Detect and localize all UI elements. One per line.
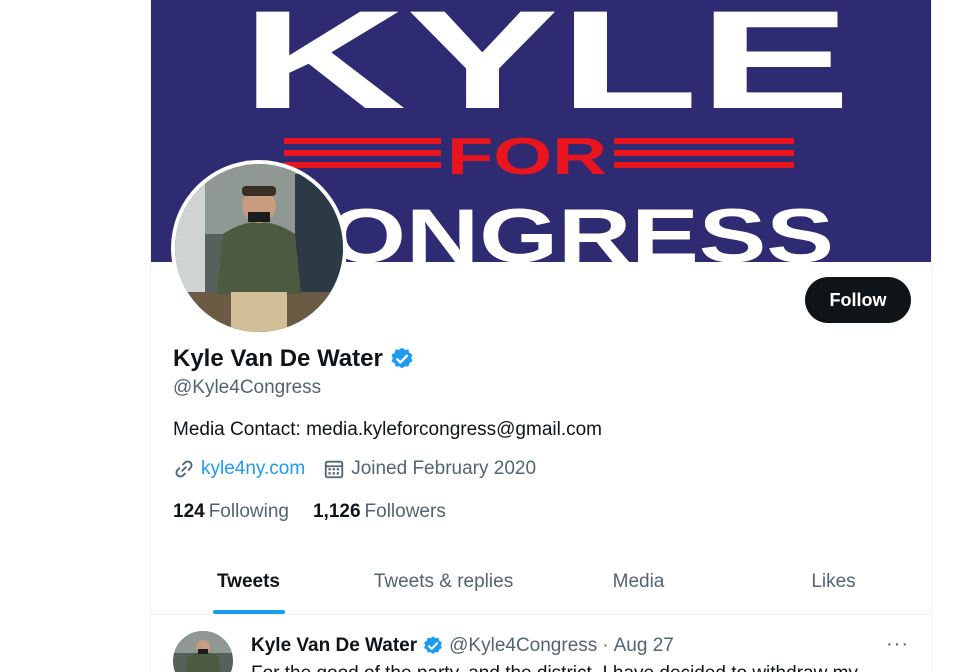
following-link[interactable]: 124 Following [173, 501, 289, 523]
website-link[interactable]: kyle4ny.com [201, 458, 305, 480]
profile-handle: @Kyle4Congress [173, 377, 322, 398]
more-horizontal-icon[interactable]: ··· [886, 633, 909, 656]
banner-line-kyle: KYLE [241, 0, 851, 138]
followers-count: 1,126 [312, 501, 361, 522]
profile-tabs: Tweets Tweets & replies Media Likes [151, 550, 931, 615]
tab-tweets-replies[interactable]: Tweets & replies [346, 550, 541, 614]
website-item: kyle4ny.com [173, 458, 305, 480]
followers-link[interactable]: 1,126 Followers [313, 501, 446, 523]
tweet-separator: · [602, 635, 609, 656]
verified-badge-icon[interactable] [389, 346, 415, 372]
verified-badge-icon [424, 636, 443, 654]
avatar-photo [175, 164, 343, 332]
tweet-text: For the good of the party, and the distr… [251, 663, 858, 672]
profile-bio: Media Contact: media.kyleforcongress@gma… [173, 419, 603, 440]
joined-item: Joined February 2020 [323, 458, 536, 480]
tab-likes[interactable]: Likes [736, 550, 931, 614]
profile-meta: kyle4ny.com Joined February 2020 [173, 458, 554, 480]
tab-tweets[interactable]: Tweets [151, 550, 346, 614]
following-label: Following [208, 501, 289, 522]
link-icon [175, 460, 193, 478]
tweet-date[interactable]: Aug 27 [614, 635, 674, 657]
tweet-author-handle[interactable]: @Kyle4Congress [449, 635, 597, 657]
tweet-avatar[interactable] [173, 631, 233, 672]
display-name-row: Kyle Van De Water [173, 345, 415, 373]
follow-button[interactable]: Follow [805, 277, 911, 323]
tweet-header: Kyle Van De Water @Kyle4Congress · Aug 2… [251, 635, 674, 657]
tweet-item[interactable]: Kyle Van De Water @Kyle4Congress · Aug 2… [151, 615, 931, 672]
followers-label: Followers [364, 501, 446, 522]
tab-media[interactable]: Media [541, 550, 736, 614]
joined-date: Joined February 2020 [351, 458, 537, 479]
following-count: 124 [173, 501, 205, 522]
tweet-author-name[interactable]: Kyle Van De Water [251, 635, 417, 657]
profile-avatar[interactable] [171, 160, 347, 336]
banner-line-for: FOR [447, 128, 607, 186]
follow-counts: 124 Following 1,126 Followers [173, 501, 470, 523]
display-name: Kyle Van De Water [173, 345, 383, 372]
tweet-avatar-photo [173, 631, 233, 672]
calendar-icon [325, 460, 344, 479]
profile-column: KYLE FOR CONGRESS Follow Kyle Van De Wat… [150, 0, 932, 672]
